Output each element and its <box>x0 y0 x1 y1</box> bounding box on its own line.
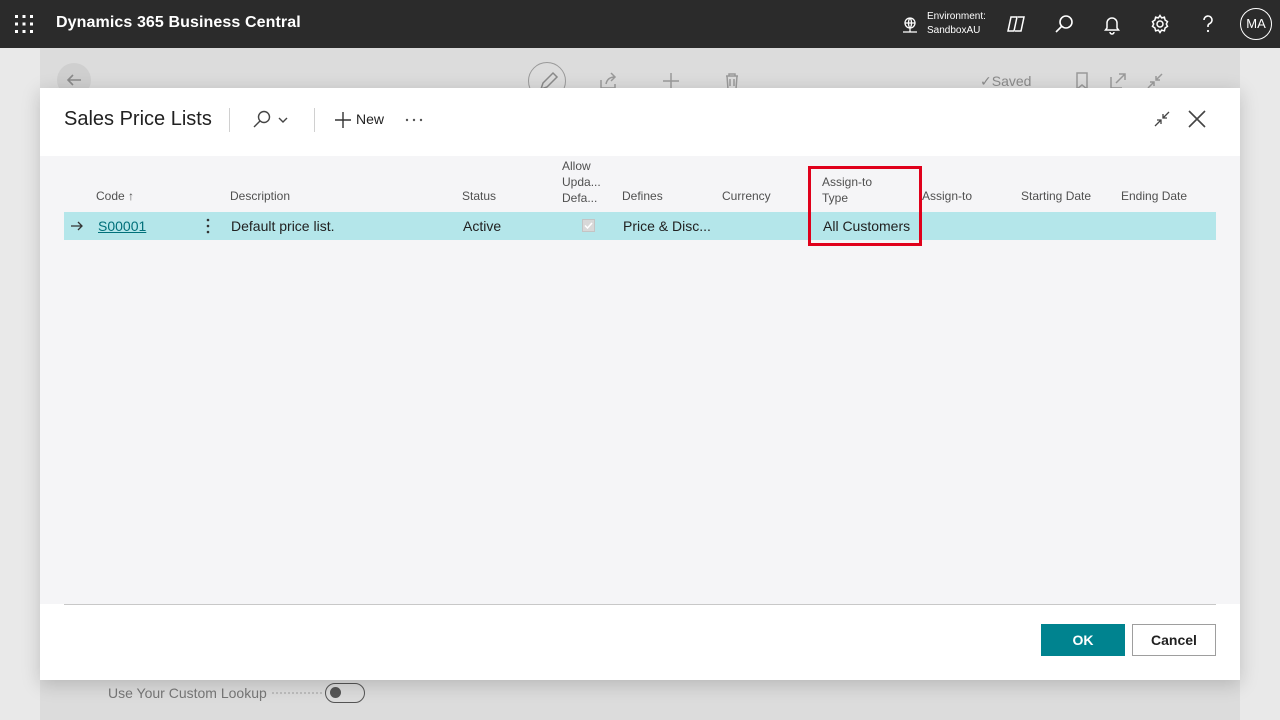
current-row-arrow-icon <box>71 221 83 231</box>
column-header-status[interactable]: Status <box>462 188 496 204</box>
cancel-button[interactable]: Cancel <box>1132 624 1216 656</box>
checkmark-icon: ✓ <box>980 73 992 89</box>
cell-description[interactable]: Default price list. <box>231 218 334 234</box>
sort-ascending-icon: ↑ <box>128 189 135 203</box>
column-header-defines[interactable]: Defines <box>622 188 663 204</box>
app-launcher-icon[interactable] <box>14 14 34 34</box>
toolbar-divider <box>314 108 315 132</box>
vertical-ellipsis-icon <box>206 218 210 234</box>
plus-icon <box>335 112 351 128</box>
settings-gear-icon[interactable] <box>1148 12 1172 36</box>
sales-price-lists-dialog: Sales Price Lists New Code ↑ Description… <box>40 88 1240 680</box>
column-header-ending-date[interactable]: Ending Date <box>1121 188 1187 204</box>
cell-code[interactable]: S00001 <box>98 218 146 234</box>
close-icon <box>1188 110 1206 128</box>
search-button[interactable] <box>250 108 294 132</box>
environment-label: Environment: <box>927 11 986 22</box>
dialog-title: Sales Price Lists <box>64 108 212 130</box>
ellipsis-icon <box>405 118 423 122</box>
help-question-icon[interactable] <box>1196 12 1220 36</box>
footer-divider <box>64 604 1216 605</box>
custom-lookup-label: Use Your Custom Lookup <box>108 685 267 701</box>
ok-button[interactable]: OK <box>1041 624 1125 656</box>
cell-status[interactable]: Active <box>463 218 501 234</box>
user-avatar[interactable]: MA <box>1240 8 1272 40</box>
column-header-starting-date[interactable]: Starting Date <box>1021 188 1091 204</box>
close-dialog-button[interactable] <box>1186 108 1208 130</box>
app-title[interactable]: Dynamics 365 Business Central <box>56 14 301 32</box>
annotation-highlight-box <box>808 166 922 246</box>
new-button-label: New <box>356 111 385 127</box>
table-row[interactable]: S00001 Default price list. Active Price … <box>64 212 1216 240</box>
saved-label: Saved <box>991 73 1032 89</box>
checkmark-icon <box>584 222 593 230</box>
collapse-dialog-button[interactable] <box>1152 109 1172 129</box>
environment-name: SandboxAU <box>927 25 981 36</box>
column-header-code[interactable]: Code ↑ <box>96 188 134 204</box>
column-header-assign-to[interactable]: Assign-to <box>922 188 972 204</box>
row-actions-menu[interactable] <box>200 217 216 235</box>
top-app-bar: Dynamics 365 Business Central Environmen… <box>0 0 1280 48</box>
copilot-icon[interactable] <box>1004 12 1028 36</box>
more-options-button[interactable] <box>404 108 424 132</box>
leader-dots <box>272 692 322 694</box>
column-header-currency[interactable]: Currency <box>722 188 771 204</box>
search-icon <box>253 110 288 128</box>
environment-icon <box>903 17 917 33</box>
price-list-grid: Code ↑ Description Status Allow Upda... … <box>40 156 1240 604</box>
collapse-icon <box>1154 111 1170 127</box>
column-header-allow-updating-defaults[interactable]: Allow Upda... Defa... <box>562 158 601 206</box>
custom-lookup-toggle <box>325 683 365 703</box>
allow-updating-defaults-checkbox[interactable] <box>582 219 595 232</box>
search-icon[interactable] <box>1052 12 1076 36</box>
notifications-bell-icon[interactable] <box>1100 12 1124 36</box>
cell-defines[interactable]: Price & Disc... <box>623 218 711 234</box>
toolbar-divider <box>229 108 230 132</box>
column-header-description[interactable]: Description <box>230 188 290 204</box>
